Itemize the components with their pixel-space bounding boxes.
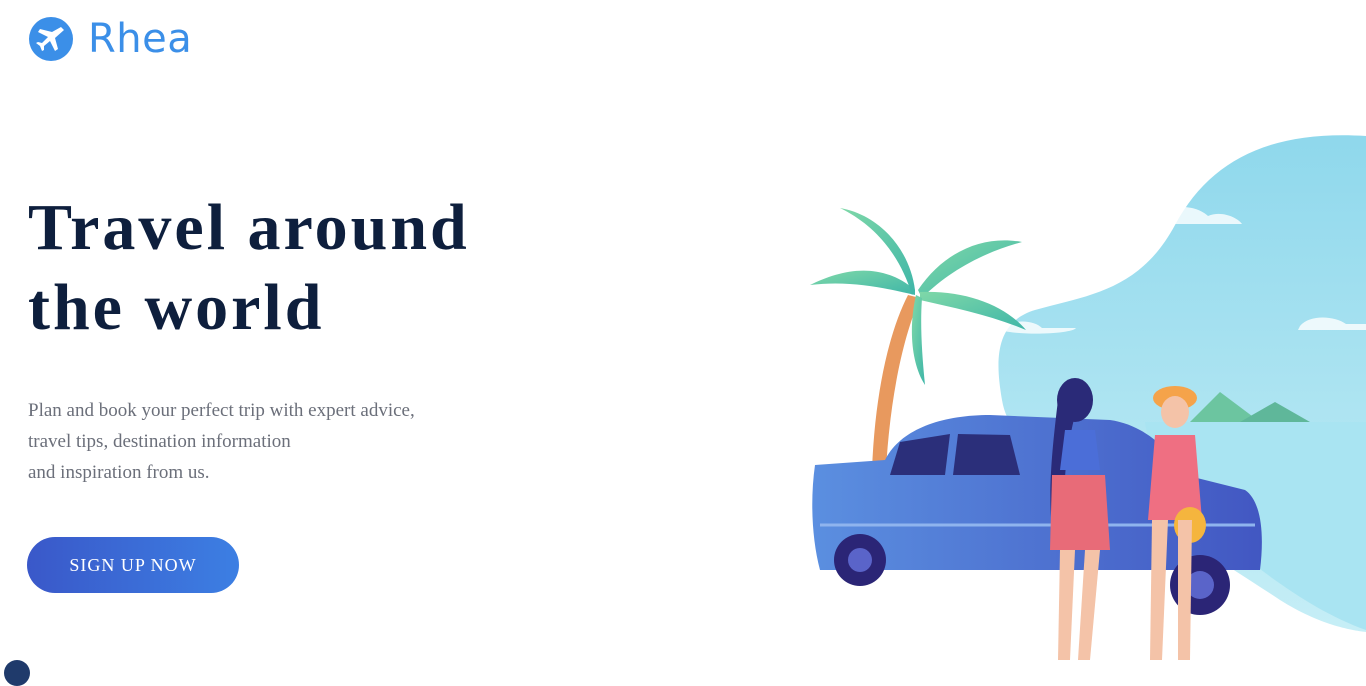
- hero-title-line2: the world: [28, 271, 325, 344]
- hero-title-line1: Travel around: [28, 191, 470, 264]
- description-line1: Plan and book your perfect trip with exp…: [28, 400, 415, 421]
- hero-title: Travel around the world: [28, 188, 470, 348]
- description-line3: and inspiration from us.: [28, 462, 210, 483]
- airplane-icon: [29, 17, 73, 61]
- beach-car-illustration: [810, 135, 1366, 660]
- brand-name: Rhea: [88, 16, 193, 62]
- hero-description: Plan and book your perfect trip with exp…: [28, 395, 488, 488]
- brand-logo[interactable]: Rhea: [28, 16, 192, 62]
- sign-up-button[interactable]: SIGN UP NOW: [27, 537, 239, 593]
- description-line2: travel tips, destination information: [28, 431, 291, 452]
- scroll-indicator[interactable]: [4, 660, 30, 686]
